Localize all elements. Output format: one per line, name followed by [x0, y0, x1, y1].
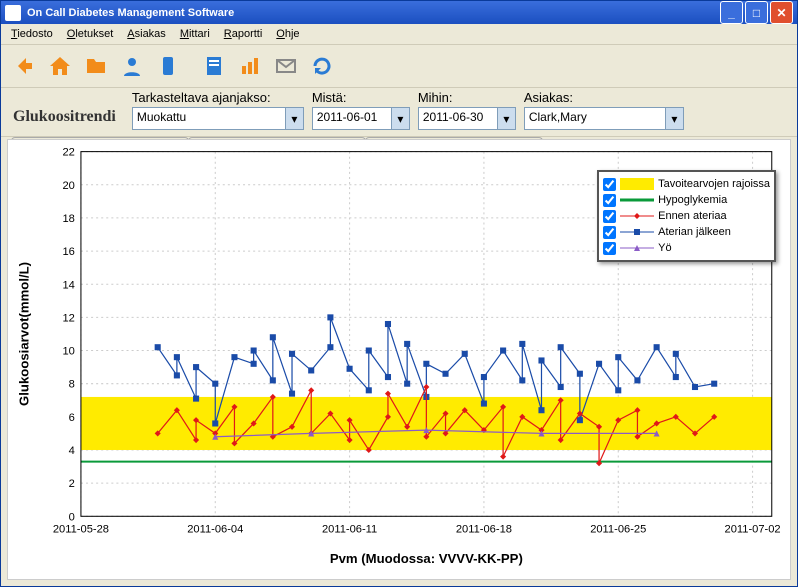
menu-oletukset[interactable]: Oletukset	[61, 26, 119, 42]
menu-mittari[interactable]: Mittari	[174, 26, 216, 42]
legend-before-chk[interactable]	[603, 210, 616, 223]
mail-icon[interactable]	[269, 49, 303, 83]
legend-hypo-chk[interactable]	[603, 194, 616, 207]
period-label: Tarkasteltava ajanjakso:	[132, 90, 304, 105]
svg-text:22: 22	[62, 147, 74, 159]
back-icon[interactable]	[7, 49, 41, 83]
home-icon[interactable]	[43, 49, 77, 83]
legend-night-chk[interactable]	[603, 242, 616, 255]
titlebar: On Call Diabetes Management Software _ □…	[1, 1, 797, 24]
svg-text:12: 12	[62, 313, 74, 325]
menubar: Tiedosto Oletukset Asiakas Mittari Rapor…	[1, 24, 797, 45]
menu-tiedosto[interactable]: Tiedosto	[5, 26, 59, 42]
svg-text:2011-07-02: 2011-07-02	[725, 524, 781, 536]
svg-text:14: 14	[62, 280, 74, 292]
svg-text:8: 8	[69, 379, 75, 391]
svg-text:2011-06-18: 2011-06-18	[456, 524, 512, 536]
maximize-button[interactable]: □	[745, 1, 768, 24]
svg-text:Pvm (Muodossa: VVVV-KK-PP): Pvm (Muodossa: VVVV-KK-PP)	[330, 551, 523, 566]
legend: Tavoitearvojen rajoissa Hypoglykemia Enn…	[597, 170, 776, 262]
from-label: Mistä:	[312, 90, 410, 105]
legend-target-chk[interactable]	[603, 178, 616, 191]
minimize-button[interactable]: _	[720, 1, 743, 24]
svg-text:6: 6	[69, 412, 75, 424]
svg-text:2011-05-28: 2011-05-28	[53, 524, 109, 536]
toolbar	[1, 45, 797, 88]
svg-text:4: 4	[69, 445, 75, 457]
legend-hypo-label: Hypoglykemia	[658, 194, 727, 206]
folder-icon[interactable]	[79, 49, 113, 83]
close-button[interactable]: ✕	[770, 1, 793, 24]
chart-icon[interactable]	[233, 49, 267, 83]
period-select[interactable]: Muokattu▾	[132, 107, 304, 130]
legend-night-label: Yö	[658, 242, 671, 254]
chevron-down-icon[interactable]: ▾	[391, 108, 409, 129]
app-icon	[5, 5, 21, 21]
chevron-down-icon[interactable]: ▾	[497, 108, 515, 129]
from-date[interactable]: 2011-06-01▾	[312, 107, 410, 130]
chevron-down-icon[interactable]: ▾	[665, 108, 683, 129]
svg-text:20: 20	[62, 180, 74, 192]
chevron-down-icon[interactable]: ▾	[285, 108, 303, 129]
menu-raportti[interactable]: Raportti	[218, 26, 269, 42]
menu-asiakas[interactable]: Asiakas	[121, 26, 172, 42]
legend-target-label: Tavoitearvojen rajoissa	[658, 178, 770, 190]
client-select[interactable]: Clark,Mary▾	[524, 107, 684, 130]
client-label: Asiakas:	[524, 90, 684, 105]
document-icon[interactable]	[197, 49, 231, 83]
menu-ohje[interactable]: Ohje	[270, 26, 305, 42]
svg-text:2011-06-04: 2011-06-04	[187, 524, 243, 536]
svg-text:Glukoosiarvot(mmol/L): Glukoosiarvot(mmol/L)	[16, 262, 31, 406]
svg-text:2011-06-11: 2011-06-11	[322, 524, 377, 536]
filter-bar: Glukoositrendi Tarkasteltava ajanjakso: …	[1, 88, 797, 137]
refresh-icon[interactable]	[305, 49, 339, 83]
svg-text:2: 2	[69, 479, 75, 491]
to-label: Mihin:	[418, 90, 516, 105]
svg-text:16: 16	[62, 247, 74, 259]
legend-after-label: Aterian jälkeen	[658, 226, 731, 238]
legend-before-label: Ennen ateriaa	[658, 210, 727, 222]
svg-text:10: 10	[62, 346, 74, 358]
legend-after-chk[interactable]	[603, 226, 616, 239]
window-title: On Call Diabetes Management Software	[27, 7, 718, 19]
chart-area: 0 2 4 6 8 10 12 14 16 18 20 22 2011-05-28 2011-06-04 2…	[7, 139, 791, 580]
device-icon[interactable]	[151, 49, 185, 83]
svg-text:0: 0	[69, 512, 75, 524]
svg-text:18: 18	[62, 213, 74, 225]
person-icon[interactable]	[115, 49, 149, 83]
page-title: Glukoositrendi	[1, 100, 128, 136]
to-date[interactable]: 2011-06-30▾	[418, 107, 516, 130]
svg-text:2011-06-25: 2011-06-25	[590, 524, 646, 536]
